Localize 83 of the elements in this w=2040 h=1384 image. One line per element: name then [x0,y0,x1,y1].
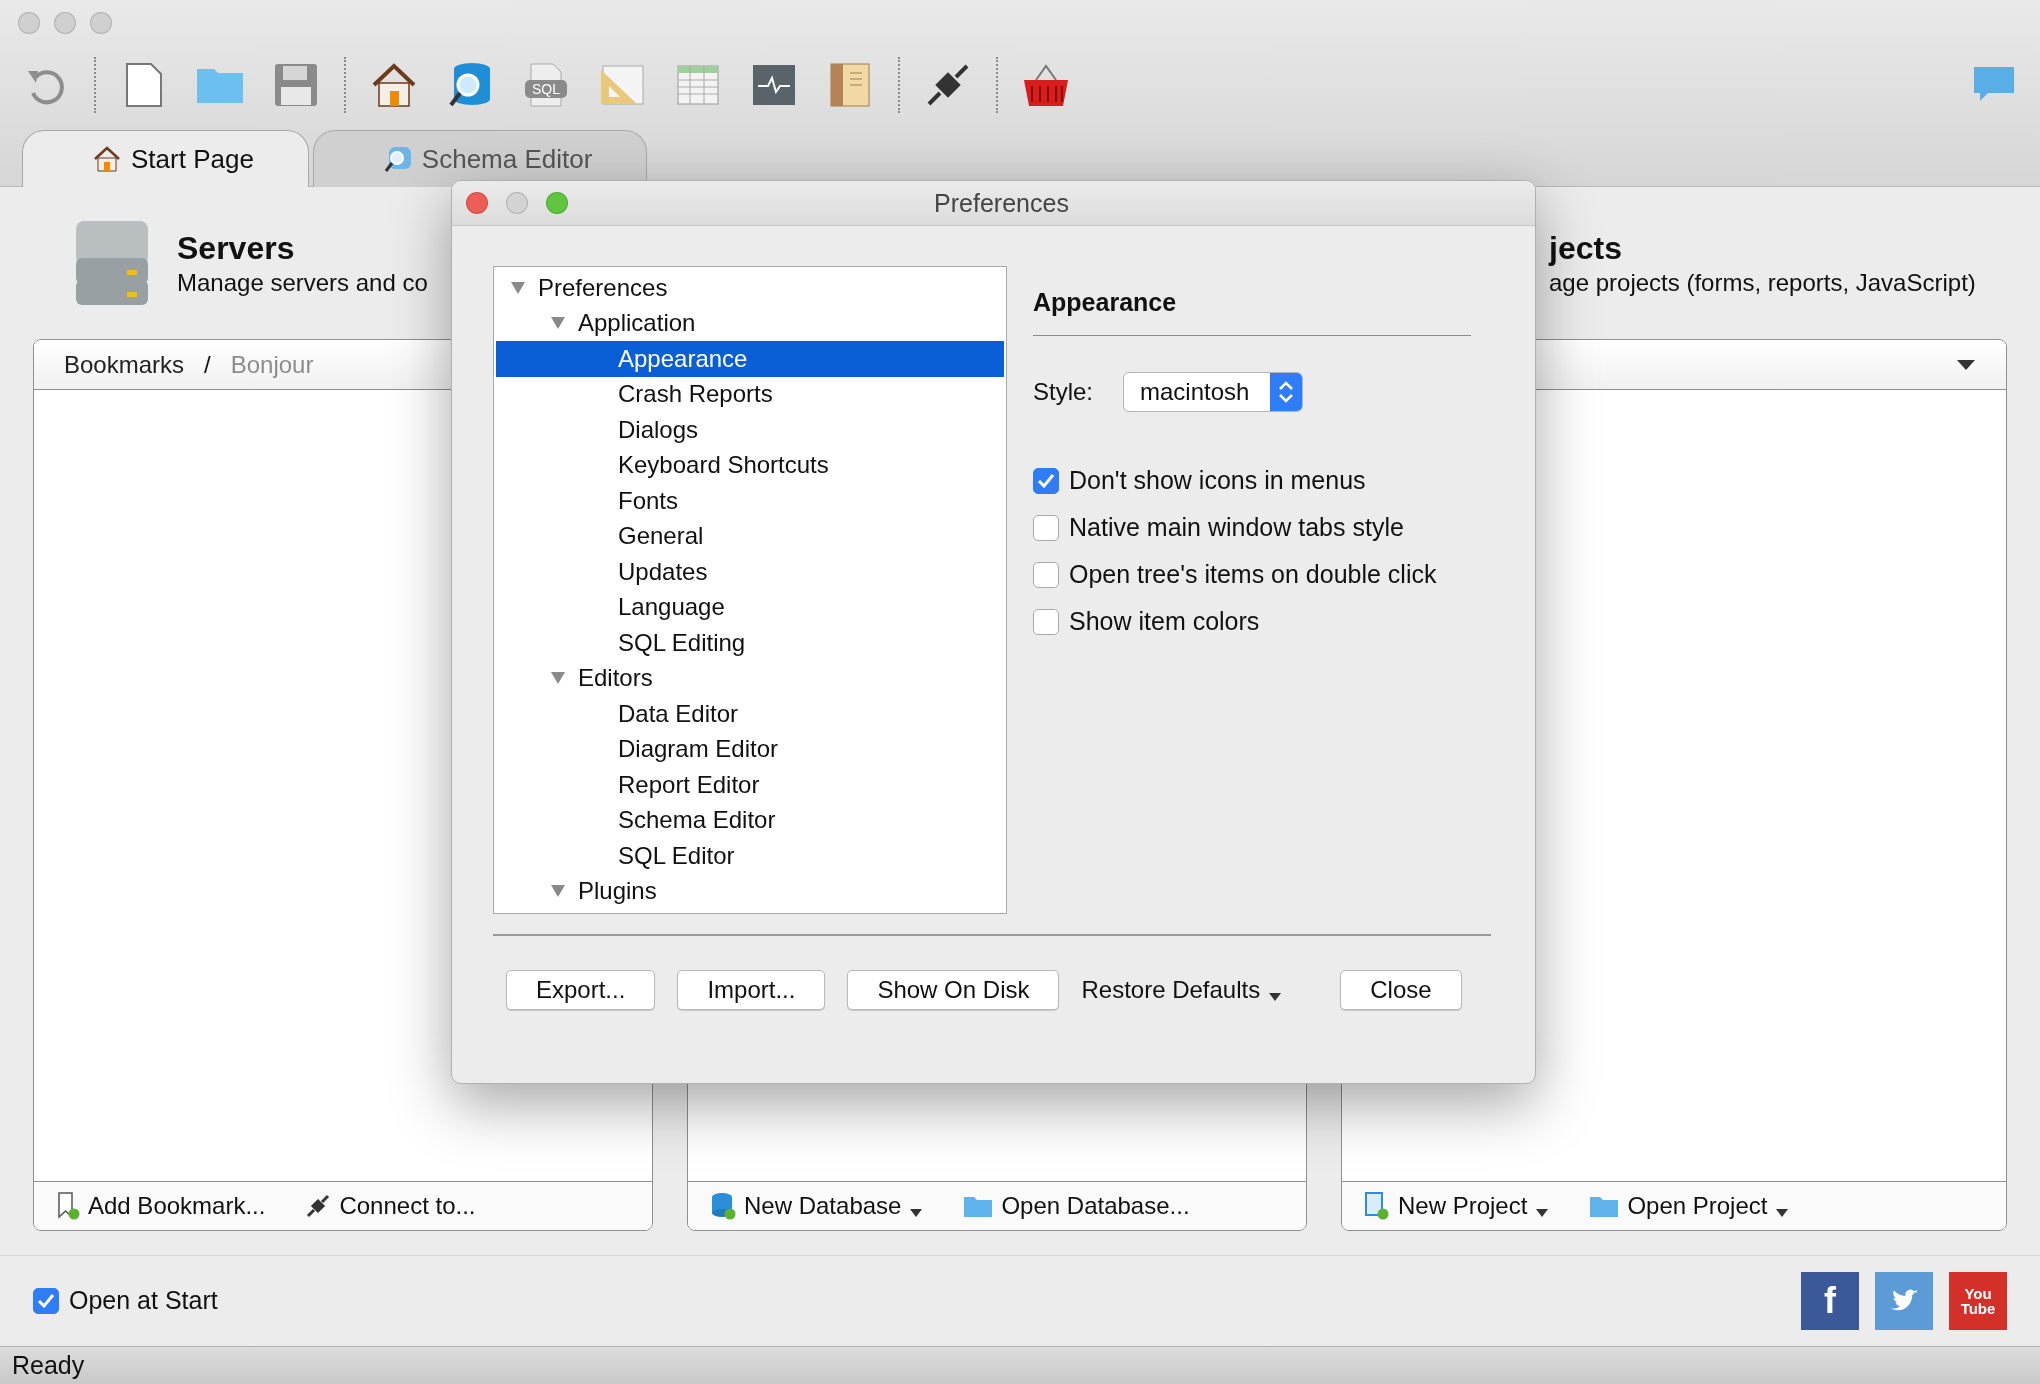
caret-icon [1268,992,1283,1002]
section-heading: Appearance [1033,266,1471,336]
tree-item[interactable]: Preferences [496,270,1004,306]
tab[interactable]: Start Page [22,130,309,187]
checkbox[interactable] [1033,561,1059,588]
section-description: Manage servers and co [177,268,428,297]
action-link[interactable]: Add Bookmark... [88,1192,266,1220]
action-link[interactable]: New Database [744,1192,902,1220]
database-add-icon [710,1192,736,1220]
checkbox-label: Open at Start [69,1286,218,1316]
checkbox-label: Open tree's items on double click [1069,560,1437,589]
tree-item[interactable]: Data Editor [496,696,1004,732]
close-button[interactable] [18,12,40,34]
status-bar: Ready [0,1345,2040,1384]
stepper-arrows-icon [1270,373,1303,411]
folder-icon [963,1194,994,1218]
checkmark-icon [37,1292,55,1309]
tree-item[interactable]: SQL Editor [496,838,1004,874]
folder-icon [1589,1194,1620,1218]
breadcrumb-separator: / [204,350,211,379]
tree-item[interactable]: Diagram Editor [496,731,1004,767]
section-description: age projects (forms, reports, JavaScript) [1549,268,1976,297]
section-title: jects [1549,229,1623,267]
bookmark-icon [56,1192,80,1220]
section-title: Servers [177,229,296,267]
tree-item[interactable]: General [496,518,1004,554]
dialog-button[interactable]: Export... [506,970,656,1010]
checkbox[interactable] [1033,514,1059,541]
checkbox-label: Don't show icons in menus [1069,466,1366,495]
minimize-button[interactable] [54,12,76,34]
tree-item[interactable]: Updates [496,554,1004,590]
facebook-button[interactable]: f [1801,1271,1859,1330]
action-link[interactable]: Open Project [1627,1192,1768,1220]
disclosure-triangle-icon[interactable] [550,671,566,686]
home-icon [93,146,121,172]
checkbox-label: Native main window tabs style [1069,513,1404,542]
caret-icon [1775,1208,1790,1218]
tree-item[interactable]: Language [496,589,1004,625]
dialog-button[interactable]: Import... [677,970,826,1010]
disclosure-triangle-icon[interactable] [550,884,566,899]
dialog-button[interactable]: Show On Disk [847,970,1060,1010]
dialog-button[interactable]: Close [1340,970,1462,1010]
server-icon [75,220,149,306]
checkbox-label: Show item colors [1069,607,1260,636]
tree-item[interactable]: Appearance [496,341,1004,377]
tree-item[interactable]: Report Editor [496,767,1004,803]
minimize-button[interactable] [506,192,528,214]
restore-defaults-menu-button[interactable]: Restore Defaults [1081,970,1295,1010]
tree-item[interactable]: SQL Editing [496,625,1004,661]
caret-icon [1535,1208,1550,1218]
caret-icon [909,1208,924,1218]
close-button[interactable] [466,192,488,214]
bookmarks-tab[interactable]: Bookmarks [64,350,185,379]
action-link[interactable]: New Project [1398,1192,1528,1220]
style-select[interactable]: macintosh [1123,372,1304,412]
tab[interactable]: Schema Editor [312,130,648,187]
youtube-button[interactable]: You Tube [1949,1271,2007,1330]
checkbox[interactable] [33,1287,59,1314]
tree-item[interactable]: Fonts [496,483,1004,519]
tree-item[interactable]: Schema Editor [496,802,1004,838]
zoom-button[interactable] [546,192,568,214]
tree-item[interactable]: Crash Reports [496,376,1004,412]
disclosure-triangle-icon[interactable] [510,280,526,295]
action-link[interactable]: Open Database... [1001,1192,1190,1220]
checkmark-icon [1037,472,1055,489]
project-add-icon [1364,1192,1390,1220]
twitter-button[interactable] [1875,1271,1933,1330]
checkbox[interactable] [1033,467,1059,494]
bird-icon [1889,1288,1919,1313]
action-link[interactable]: Connect to... [339,1192,476,1220]
tree-item[interactable]: Keyboard Shortcuts [496,447,1004,483]
tree-item[interactable]: Plugins [496,873,1004,909]
plug-icon [305,1193,332,1219]
dropdown-arrow-icon[interactable] [1956,358,1976,371]
database-search-icon [383,145,412,173]
style-label: Style: [1033,378,1094,406]
disclosure-triangle-icon[interactable] [550,316,566,331]
checkbox[interactable] [1033,608,1059,635]
tree-item[interactable]: Editors [496,660,1004,696]
tree-item[interactable]: Dialogs [496,412,1004,448]
dialog-title: Preferences [933,188,1070,218]
tree-item[interactable]: Application [496,305,1004,341]
zoom-button[interactable] [90,12,112,34]
